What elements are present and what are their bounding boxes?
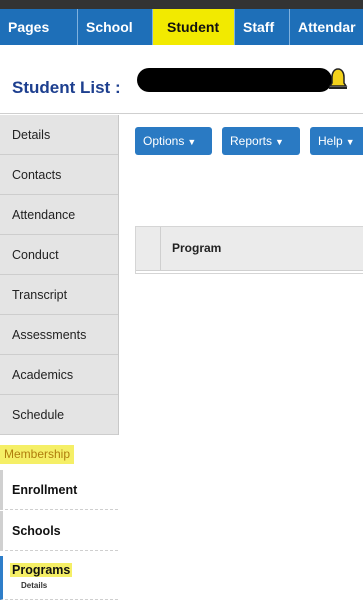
sidebar-item-programs[interactable]: Programs Details — [0, 556, 118, 600]
main-tab-bar: Pages School Student Staff Attendar — [0, 9, 363, 45]
sidebar-item-conduct[interactable]: Conduct — [0, 235, 118, 275]
tab-staff[interactable]: Staff — [235, 9, 290, 45]
membership-section-label: Membership — [0, 445, 75, 464]
sidebar-item-transcript[interactable]: Transcript — [0, 275, 118, 315]
sidebar-item-enrollment[interactable]: Enrollment — [0, 470, 118, 510]
student-sidebar: Details Contacts Attendance Conduct Tran… — [0, 115, 119, 435]
sidebar-item-label: Schools — [12, 524, 61, 538]
tab-school[interactable]: School — [78, 9, 153, 45]
page-title: Student List : — [12, 78, 121, 97]
caret-down-icon: ▼ — [187, 137, 197, 147]
help-label: Help — [318, 134, 343, 148]
tab-label: Pages — [8, 19, 50, 35]
programs-table: Program — [135, 226, 363, 274]
sidebar-item-details[interactable]: Details — [0, 115, 118, 155]
options-label: Options — [143, 134, 185, 148]
caret-down-icon: ▼ — [275, 137, 284, 147]
sidebar-item-schedule[interactable]: Schedule — [0, 395, 118, 435]
page-header: Student List : — [0, 45, 363, 114]
tab-label: Staff — [243, 19, 275, 35]
tab-label: Attendar — [298, 19, 356, 35]
tab-label: Student — [167, 19, 220, 35]
tab-label: School — [86, 19, 133, 35]
caret-down-icon: ▼ — [345, 137, 355, 147]
sidebar-item-label: Enrollment — [12, 483, 78, 497]
redacted-student-name — [137, 68, 332, 92]
table-header: Program — [136, 227, 363, 271]
column-header-program[interactable]: Program — [172, 241, 221, 255]
bell-icon[interactable] — [328, 67, 348, 91]
sidebar-subitem-details[interactable]: Details — [21, 581, 47, 590]
sidebar-item-schools[interactable]: Schools — [0, 511, 118, 551]
sidebar-item-contacts[interactable]: Contacts — [0, 155, 118, 195]
top-band — [0, 0, 363, 9]
tab-attendance[interactable]: Attendar — [290, 9, 363, 45]
reports-button[interactable]: Reports ▼ — [222, 127, 300, 155]
select-all-column[interactable] — [136, 227, 161, 270]
reports-label: Reports — [230, 134, 273, 148]
sidebar-item-assessments[interactable]: Assessments — [0, 315, 118, 355]
tab-student[interactable]: Student — [153, 9, 235, 45]
sidebar-item-label: Programs — [10, 563, 73, 577]
sidebar-item-attendance[interactable]: Attendance — [0, 195, 118, 235]
help-button[interactable]: Help ▼ — [310, 127, 363, 155]
tab-pages[interactable]: Pages — [0, 9, 78, 45]
options-button[interactable]: Options ▼ — [135, 127, 212, 155]
sidebar-item-academics[interactable]: Academics — [0, 355, 118, 395]
